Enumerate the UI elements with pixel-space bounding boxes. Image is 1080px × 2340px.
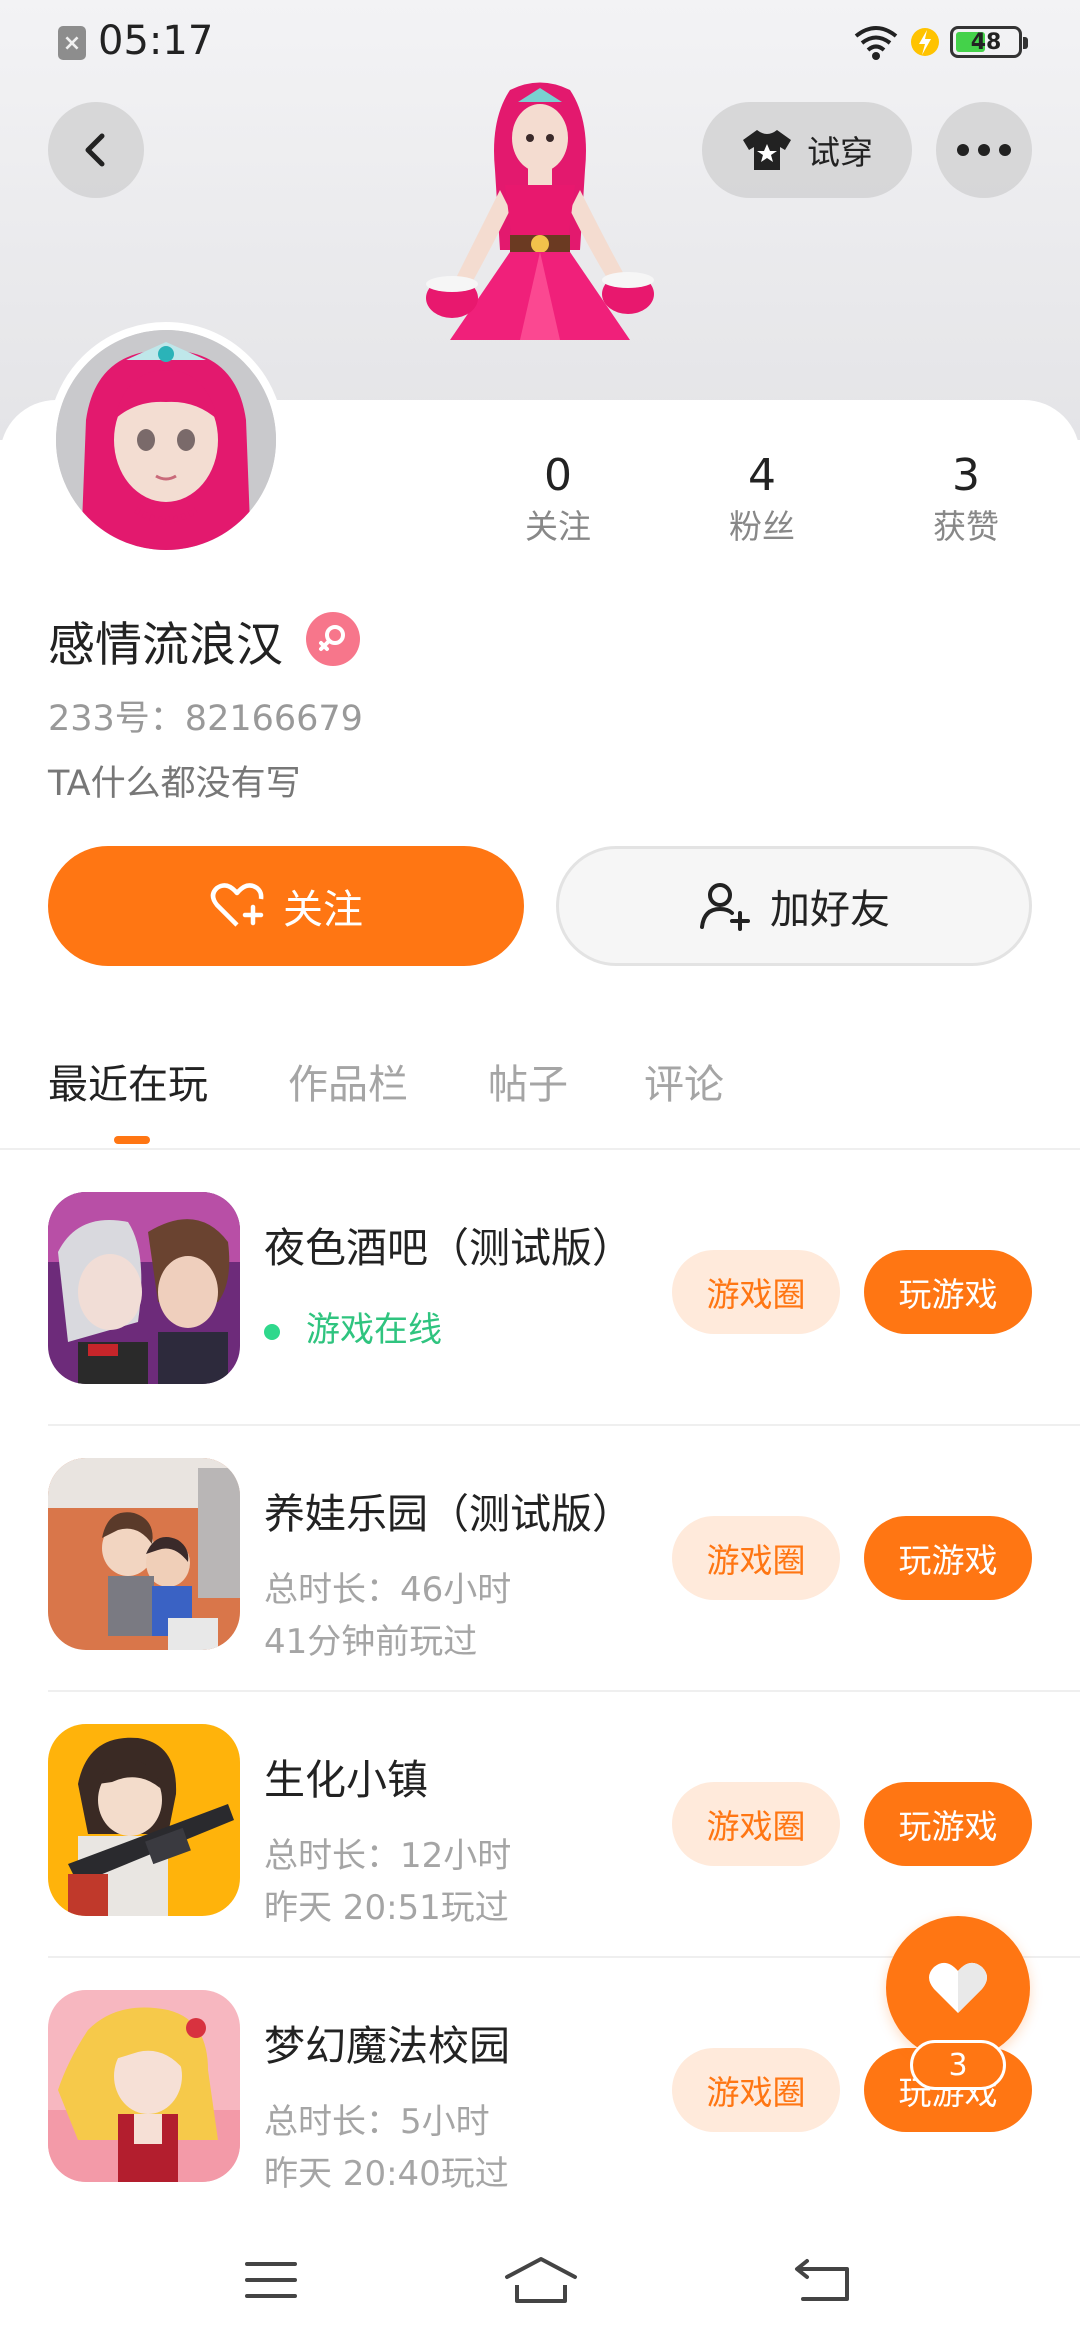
avatar-portrait-image	[56, 330, 276, 550]
game-cover-image	[48, 1724, 240, 1916]
menu-icon[interactable]	[226, 2250, 316, 2310]
tshirt-icon	[743, 130, 791, 170]
tab-comments[interactable]: 评论	[644, 1052, 724, 1110]
game-list-item[interactable]: 夜色酒吧（测试版） 游戏在线 游戏圈 玩游戏	[0, 1160, 1080, 1426]
username: 感情流浪汉	[48, 618, 283, 673]
stat-likes-count: 3	[952, 450, 980, 501]
game-online-text: 游戏在线	[306, 1310, 442, 1350]
game-icon-magic-school	[48, 1990, 240, 2182]
stat-followers[interactable]: 4 粉丝	[692, 448, 832, 550]
floating-like-button[interactable]	[886, 1916, 1030, 2060]
female-gender-icon	[306, 612, 360, 666]
game-total-time: 总时长：46小时	[264, 1570, 512, 1610]
stat-likes[interactable]: 3 获赞	[896, 448, 1036, 550]
add-friend-label: 加好友	[770, 887, 890, 933]
game-name: 生化小镇	[264, 1756, 428, 1804]
game-name: 养娃乐园（测试版）	[264, 1490, 633, 1538]
game-circle-button[interactable]: 游戏圈	[672, 1516, 840, 1600]
play-game-button[interactable]: 玩游戏	[864, 1250, 1032, 1334]
user-id: 233号：82166679	[48, 699, 363, 739]
follow-label: 关注	[283, 887, 363, 933]
game-total-time: 总时长：12小时	[264, 1836, 512, 1876]
game-circle-button[interactable]: 游戏圈	[672, 1782, 840, 1866]
battery-level-text: 48	[970, 29, 1002, 55]
tab-works[interactable]: 作品栏	[288, 1052, 408, 1110]
game-total-time: 总时长：5小时	[264, 2102, 490, 2142]
heart-icon	[929, 1962, 987, 2013]
active-tab-indicator	[114, 1136, 150, 1144]
follow-button[interactable]: 关注	[48, 846, 524, 966]
battery-tip	[1023, 37, 1028, 49]
game-icon-night-bar	[48, 1192, 240, 1384]
game-name: 夜色酒吧（测试版）	[264, 1224, 633, 1272]
notification-close-icon: ×	[58, 26, 86, 60]
stat-followers-count: 4	[748, 450, 776, 501]
game-online-status: 游戏在线	[264, 1302, 442, 1351]
online-status-dot	[264, 1323, 280, 1340]
battery-indicator: 48	[950, 26, 1028, 58]
game-last-played: 41分钟前玩过	[264, 1622, 478, 1662]
game-list-item[interactable]: 养娃乐园（测试版） 总时长：46小时 41分钟前玩过 游戏圈 玩游戏	[0, 1426, 1080, 1692]
system-navigation-bar	[0, 2210, 1080, 2340]
chevron-left-icon	[85, 133, 105, 167]
game-icon-biohazard-town	[48, 1724, 240, 1916]
user-bio: TA什么都没有写	[48, 764, 301, 804]
back-button[interactable]	[48, 102, 144, 198]
game-list-item[interactable]: 生化小镇 总时长：12小时 昨天 20:51玩过 游戏圈 玩游戏	[0, 1692, 1080, 1958]
add-friend-button[interactable]: 加好友	[556, 846, 1032, 966]
return-glyph	[795, 2259, 849, 2301]
home-icon[interactable]	[496, 2250, 586, 2310]
stat-following-label: 关注	[525, 507, 591, 546]
charging-bolt-icon	[911, 28, 939, 56]
more-options-button[interactable]	[936, 102, 1032, 198]
stat-following[interactable]: 0 关注	[488, 448, 628, 550]
like-count-badge: 3	[910, 2040, 1006, 2090]
game-last-played: 昨天 20:40玩过	[264, 2154, 509, 2194]
wifi-icon	[854, 26, 898, 60]
game-icon-baby-park	[48, 1458, 240, 1650]
status-icons: 48	[852, 22, 1028, 62]
user-avatar[interactable]	[48, 322, 284, 558]
game-cover-image	[48, 1192, 240, 1384]
game-cover-image	[48, 1990, 240, 2182]
status-time: 05:17	[98, 18, 214, 64]
gender-symbol	[319, 625, 345, 651]
game-last-played: 昨天 20:51玩过	[264, 1888, 509, 1928]
hamburger-glyph	[245, 2262, 297, 2298]
profile-screen: × 05:17 48 试穿 0 关注 4 粉丝 3 获赞 感情流浪汉 233号：…	[0, 0, 1080, 2340]
game-name: 梦幻魔法校园	[264, 2022, 510, 2070]
more-dots-icon	[957, 144, 1011, 156]
avatar-character-figure	[426, 82, 654, 340]
stat-following-count: 0	[544, 450, 572, 501]
tab-recently-played[interactable]: 最近在玩	[48, 1052, 208, 1110]
add-user-icon	[700, 883, 750, 931]
game-cover-image	[48, 1458, 240, 1650]
home-glyph	[505, 2257, 577, 2303]
try-on-label: 试穿	[807, 133, 873, 172]
status-bar: × 05:17 48	[0, 0, 1080, 84]
stat-likes-label: 获赞	[933, 507, 999, 546]
game-circle-button[interactable]: 游戏圈	[672, 2048, 840, 2132]
stat-followers-label: 粉丝	[729, 507, 795, 546]
play-game-button[interactable]: 玩游戏	[864, 1516, 1032, 1600]
game-circle-button[interactable]: 游戏圈	[672, 1250, 840, 1334]
profile-tabs: 最近在玩 作品栏 帖子 评论	[0, 1040, 1080, 1150]
play-game-button[interactable]: 玩游戏	[864, 1782, 1032, 1866]
back-navigation-icon[interactable]	[778, 2250, 868, 2310]
tab-posts[interactable]: 帖子	[488, 1052, 568, 1110]
heart-plus-icon	[210, 883, 264, 927]
try-on-button[interactable]: 试穿	[702, 102, 912, 198]
